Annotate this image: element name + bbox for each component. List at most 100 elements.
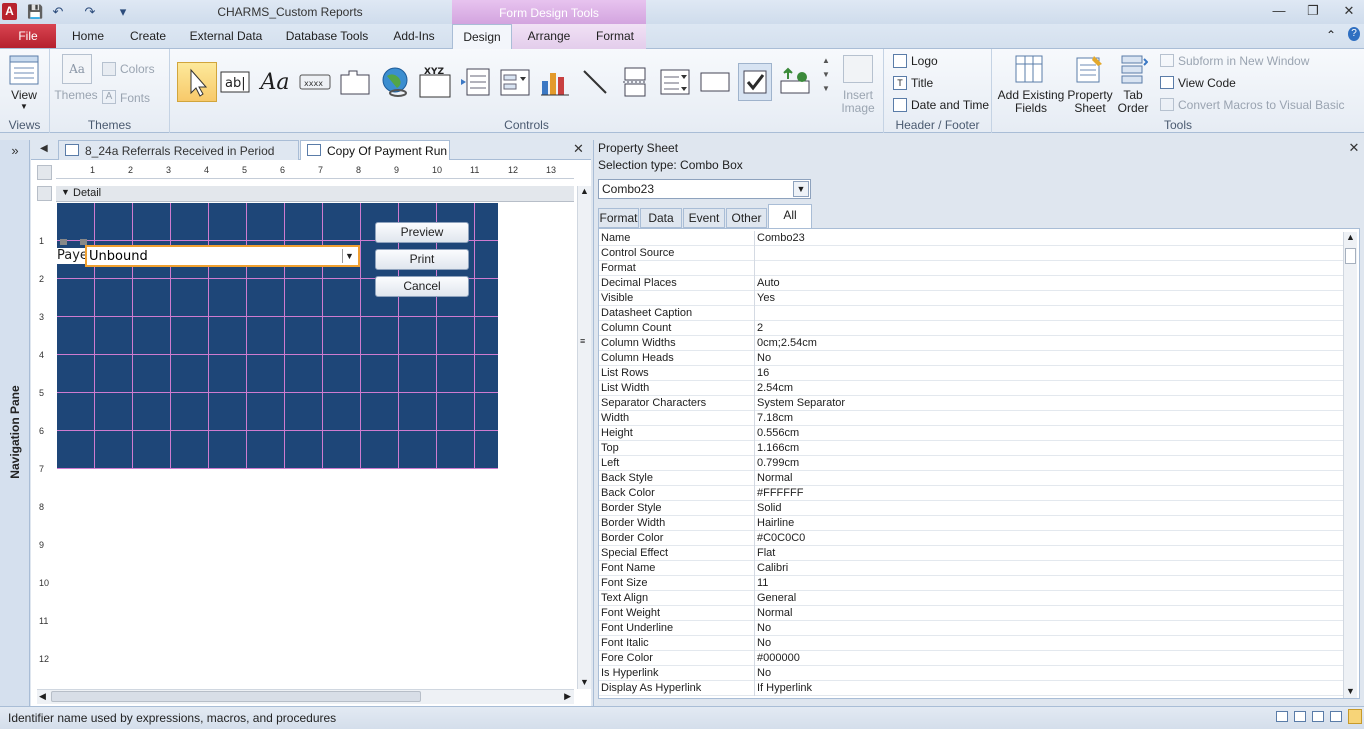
close-window-button[interactable]: ✕ bbox=[1336, 2, 1362, 20]
checkbox-control-icon[interactable] bbox=[738, 63, 772, 101]
property-row[interactable]: Back Color #FFFFFF bbox=[599, 486, 1344, 501]
combo-dropdown-arrow-icon[interactable]: ▼ bbox=[342, 249, 356, 263]
title-button[interactable]: Title bbox=[911, 76, 933, 90]
tab-home[interactable]: Home bbox=[64, 24, 112, 48]
image-control-icon[interactable] bbox=[778, 63, 812, 101]
property-value[interactable]: No bbox=[757, 636, 1337, 651]
logo-icon[interactable] bbox=[893, 54, 907, 68]
property-value[interactable]: Hairline bbox=[757, 516, 1337, 531]
property-row[interactable]: Top 1.166cm bbox=[599, 441, 1344, 456]
cancel-button[interactable]: Cancel bbox=[375, 276, 469, 297]
property-row[interactable]: Fore Color #000000 bbox=[599, 651, 1344, 666]
horizontal-scroll-thumb[interactable] bbox=[51, 691, 421, 702]
property-value[interactable]: Flat bbox=[757, 546, 1337, 561]
design-view-button-icon[interactable] bbox=[1348, 709, 1362, 724]
property-value[interactable]: #FFFFFF bbox=[757, 486, 1337, 501]
scroll-right-icon[interactable]: ▶ bbox=[564, 691, 571, 702]
ps-tab-other[interactable]: Other bbox=[726, 208, 767, 228]
property-sheet-icon[interactable] bbox=[1074, 54, 1104, 84]
combo23-combo-box[interactable]: Unbound ▼ bbox=[85, 245, 360, 267]
access-app-icon[interactable]: A bbox=[2, 3, 17, 20]
save-icon[interactable]: 💾 bbox=[27, 4, 43, 20]
view-code-icon[interactable] bbox=[1160, 76, 1174, 89]
ps-tab-data[interactable]: Data bbox=[640, 208, 682, 228]
property-value[interactable]: 7.18cm bbox=[757, 411, 1337, 426]
property-row[interactable]: Width 7.18cm bbox=[599, 411, 1344, 426]
add-existing-fields-button[interactable]: Add Existing Fields bbox=[996, 89, 1066, 115]
property-value[interactable]: Solid bbox=[757, 501, 1337, 516]
close-document-icon[interactable]: ✕ bbox=[573, 141, 584, 157]
document-tab-referrals[interactable]: 8_24a Referrals Received in Period Excel bbox=[58, 140, 299, 178]
property-value[interactable]: Normal bbox=[757, 606, 1337, 621]
property-value[interactable]: 1.166cm bbox=[757, 441, 1337, 456]
scroll-up-icon[interactable]: ▲ bbox=[580, 186, 589, 196]
tab-database-tools[interactable]: Database Tools bbox=[278, 24, 376, 48]
date-time-icon[interactable] bbox=[893, 98, 907, 112]
property-row[interactable]: Visible Yes bbox=[599, 291, 1344, 306]
tab-arrange[interactable]: Arrange bbox=[518, 24, 580, 48]
chart-control-icon[interactable] bbox=[538, 63, 572, 101]
form-view-icon[interactable] bbox=[8, 54, 40, 86]
property-value[interactable]: No bbox=[757, 666, 1337, 681]
combo-label[interactable]: Paye bbox=[57, 248, 85, 264]
property-row[interactable]: Column Count 2 bbox=[599, 321, 1344, 336]
property-row[interactable]: Text Align General bbox=[599, 591, 1344, 606]
property-row[interactable]: Is Hyperlink No bbox=[599, 666, 1344, 681]
tab-control-icon[interactable] bbox=[338, 63, 372, 101]
property-row[interactable]: Column Widths 0cm;2.54cm bbox=[599, 336, 1344, 351]
property-row[interactable]: Display As Hyperlink If Hyperlink bbox=[599, 681, 1344, 696]
form-horizontal-scrollbar[interactable]: ◀ ▶ bbox=[37, 689, 574, 704]
property-sheet-close-icon[interactable]: ✕ bbox=[1347, 140, 1361, 156]
tab-add-ins[interactable]: Add-Ins bbox=[386, 24, 442, 48]
property-row[interactable]: Column Heads No bbox=[599, 351, 1344, 366]
date-time-button[interactable]: Date and Time bbox=[911, 98, 989, 112]
tab-scroll-left-icon[interactable]: ◀ bbox=[40, 143, 48, 154]
property-grid-scrollbar[interactable]: ▲ ▼ bbox=[1343, 232, 1357, 698]
property-row[interactable]: Control Source bbox=[599, 246, 1344, 261]
property-value[interactable]: 2.54cm bbox=[757, 381, 1337, 396]
property-row[interactable]: Height 0.556cm bbox=[599, 426, 1344, 441]
property-row[interactable]: Name Combo23 bbox=[599, 231, 1344, 246]
nav-pane-expand-icon[interactable]: » bbox=[6, 143, 24, 159]
property-value[interactable] bbox=[757, 261, 1337, 276]
property-row[interactable]: Back Style Normal bbox=[599, 471, 1344, 486]
property-sheet-button[interactable]: Property Sheet bbox=[1064, 89, 1116, 115]
chevron-down-icon[interactable]: ▼ bbox=[793, 181, 809, 197]
add-existing-fields-icon[interactable] bbox=[1014, 54, 1044, 84]
property-value[interactable]: 11 bbox=[757, 576, 1337, 591]
scroll-down-icon[interactable]: ▼ bbox=[1346, 686, 1355, 696]
controls-more-icon[interactable]: ▲ ▼ ▼ bbox=[822, 54, 830, 114]
property-value[interactable]: #000000 bbox=[757, 651, 1337, 666]
navigation-control-icon[interactable] bbox=[458, 63, 492, 101]
scroll-up-icon[interactable]: ▲ bbox=[1346, 232, 1355, 242]
scroll-grip-icon[interactable]: ≡ bbox=[580, 336, 585, 346]
view-dropdown-icon[interactable]: ▼ bbox=[20, 102, 28, 111]
minimize-button[interactable]: — bbox=[1266, 2, 1292, 20]
property-row[interactable]: Font Underline No bbox=[599, 621, 1344, 636]
property-value[interactable]: 0.556cm bbox=[757, 426, 1337, 441]
ps-tab-event[interactable]: Event bbox=[683, 208, 725, 228]
property-value[interactable]: 2 bbox=[757, 321, 1337, 336]
print-button[interactable]: Print bbox=[375, 249, 469, 270]
property-value[interactable]: General bbox=[757, 591, 1337, 606]
property-row[interactable]: Special Effect Flat bbox=[599, 546, 1344, 561]
scroll-down-icon[interactable]: ▼ bbox=[580, 677, 589, 687]
property-row[interactable]: Border Color #C0C0C0 bbox=[599, 531, 1344, 546]
tab-file[interactable]: File bbox=[0, 24, 56, 48]
layout-view-button-icon[interactable] bbox=[1312, 711, 1324, 722]
property-value[interactable]: 0cm;2.54cm bbox=[757, 336, 1337, 351]
property-value[interactable]: 0.799cm bbox=[757, 456, 1337, 471]
property-scroll-thumb[interactable] bbox=[1345, 248, 1356, 264]
tab-create[interactable]: Create bbox=[122, 24, 174, 48]
property-row[interactable]: Separator Characters System Separator bbox=[599, 396, 1344, 411]
line-control-icon[interactable] bbox=[578, 63, 612, 101]
property-value[interactable]: #C0C0C0 bbox=[757, 531, 1337, 546]
form-vertical-scrollbar[interactable]: ▲ ≡ ▼ bbox=[577, 186, 591, 689]
navigation-pane-label[interactable]: Navigation Pane bbox=[8, 362, 22, 502]
select-tool[interactable] bbox=[177, 62, 217, 102]
rectangle-control-icon[interactable] bbox=[698, 63, 732, 101]
detail-section-bar[interactable]: ▼ Detail bbox=[56, 186, 574, 202]
property-row[interactable]: Datasheet Caption bbox=[599, 306, 1344, 321]
help-icon[interactable]: ? bbox=[1348, 27, 1360, 41]
tab-external-data[interactable]: External Data bbox=[184, 24, 268, 48]
